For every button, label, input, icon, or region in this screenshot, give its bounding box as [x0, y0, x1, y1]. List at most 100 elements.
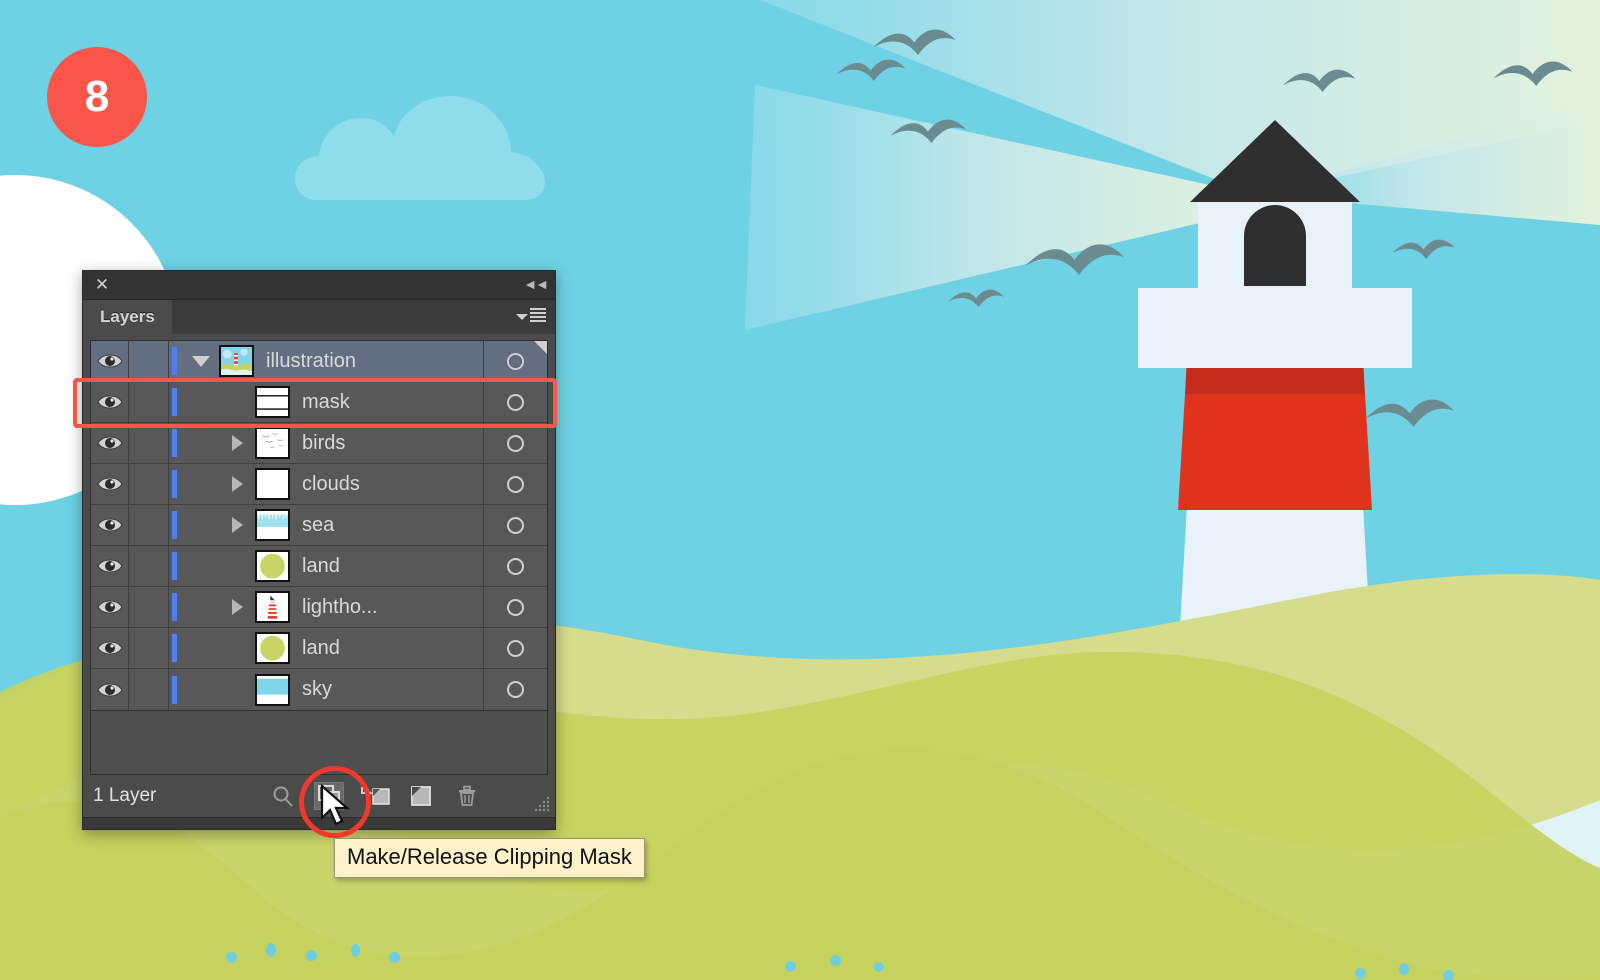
eye-visibility-icon[interactable]: [96, 681, 123, 699]
target-circle-icon[interactable]: [507, 434, 524, 452]
layer-row[interactable]: illustration: [91, 341, 547, 382]
layer-main-cell[interactable]: lightho...: [179, 587, 483, 627]
eye-visibility-icon[interactable]: [96, 434, 123, 452]
create-new-layer-button[interactable]: [406, 782, 436, 810]
disclosure-triangle-right-icon[interactable]: [231, 476, 243, 492]
layer-thumbnail: [255, 550, 290, 582]
layers-panel[interactable]: ✕ ◄◄ Layers illustration mask birds clou…: [82, 270, 556, 830]
layer-main-cell[interactable]: sea: [179, 505, 483, 545]
layer-disclosure-cell[interactable]: [225, 546, 249, 586]
panel-tabbar[interactable]: Layers: [83, 300, 555, 334]
layer-target-cell[interactable]: [483, 423, 547, 463]
target-circle-icon[interactable]: [507, 598, 524, 616]
layer-visibility-cell[interactable]: [91, 341, 129, 381]
target-circle-icon[interactable]: [507, 557, 524, 575]
target-circle-icon[interactable]: [507, 516, 524, 534]
layer-row[interactable]: land: [91, 546, 547, 587]
target-circle-icon[interactable]: [507, 393, 524, 411]
eye-visibility-icon[interactable]: [96, 516, 123, 534]
layer-target-cell[interactable]: [483, 341, 547, 381]
layer-lock-cell[interactable]: [129, 341, 169, 381]
disclosure-triangle-right-icon[interactable]: [231, 599, 243, 615]
layer-main-cell[interactable]: sky: [179, 669, 483, 710]
trash-icon: [459, 785, 475, 806]
layer-lock-cell[interactable]: [129, 669, 169, 710]
layer-disclosure-cell[interactable]: [225, 382, 249, 422]
layer-lock-cell[interactable]: [129, 587, 169, 627]
layer-row[interactable]: birds: [91, 423, 547, 464]
eye-visibility-icon[interactable]: [96, 557, 123, 575]
delete-selection-button[interactable]: [452, 782, 482, 810]
layer-disclosure-cell[interactable]: [225, 587, 249, 627]
layer-main-cell[interactable]: clouds: [179, 464, 483, 504]
layer-lock-cell[interactable]: [129, 464, 169, 504]
layer-row[interactable]: clouds: [91, 464, 547, 505]
layer-disclosure-cell[interactable]: [225, 464, 249, 504]
disclosure-triangle-right-icon[interactable]: [231, 435, 243, 451]
step-number-label: 8: [84, 72, 110, 121]
layer-lock-cell[interactable]: [129, 546, 169, 586]
layer-target-cell[interactable]: [483, 464, 547, 504]
layer-name-label: clouds: [302, 472, 360, 495]
layer-row[interactable]: lightho...: [91, 587, 547, 628]
footer-button-group[interactable]: [268, 775, 482, 817]
layer-target-cell[interactable]: [483, 628, 547, 668]
eye-visibility-icon[interactable]: [96, 598, 123, 616]
layer-visibility-cell[interactable]: [91, 546, 129, 586]
layer-target-cell[interactable]: [483, 669, 547, 710]
layer-lock-cell[interactable]: [129, 505, 169, 545]
layers-list[interactable]: illustration mask birds clouds sea land …: [90, 340, 548, 711]
layer-disclosure-cell[interactable]: [225, 669, 249, 710]
panel-menu-icon[interactable]: [516, 308, 546, 322]
make-release-clipping-mask-button[interactable]: [314, 782, 344, 810]
layer-main-cell[interactable]: land: [179, 628, 483, 668]
layer-color-bar: [169, 628, 179, 668]
layer-disclosure-cell[interactable]: [189, 341, 213, 381]
layer-visibility-cell[interactable]: [91, 669, 129, 710]
layer-main-cell[interactable]: mask: [179, 382, 483, 422]
target-circle-icon[interactable]: [507, 475, 524, 493]
close-icon[interactable]: ✕: [93, 275, 111, 295]
layer-target-cell[interactable]: [483, 382, 547, 422]
target-circle-icon[interactable]: [507, 352, 524, 370]
panel-footer[interactable]: 1 Layer: [83, 775, 555, 817]
create-new-sublayer-button[interactable]: [360, 782, 390, 810]
layer-visibility-cell[interactable]: [91, 587, 129, 627]
layer-lock-cell[interactable]: [129, 628, 169, 668]
layer-disclosure-cell[interactable]: [225, 423, 249, 463]
collapse-double-chevron-icon[interactable]: ◄◄: [523, 276, 549, 292]
target-circle-icon[interactable]: [507, 639, 524, 657]
layer-visibility-cell[interactable]: [91, 464, 129, 504]
resize-grip-icon[interactable]: [531, 795, 551, 815]
layer-target-cell[interactable]: [483, 505, 547, 545]
layer-target-cell[interactable]: [483, 546, 547, 586]
eye-visibility-icon[interactable]: [96, 475, 123, 493]
disclosure-triangle-down-icon[interactable]: [192, 355, 210, 367]
layer-disclosure-cell[interactable]: [225, 505, 249, 545]
eye-visibility-icon[interactable]: [96, 393, 123, 411]
layer-lock-cell[interactable]: [129, 423, 169, 463]
eye-visibility-icon[interactable]: [96, 352, 123, 370]
layer-target-cell[interactable]: [483, 587, 547, 627]
layer-row[interactable]: land: [91, 628, 547, 669]
eye-visibility-icon[interactable]: [96, 639, 123, 657]
layer-main-cell[interactable]: illustration: [179, 341, 483, 381]
layer-row[interactable]: sea: [91, 505, 547, 546]
panel-bottom-strip: [83, 817, 555, 829]
layer-visibility-cell[interactable]: [91, 628, 129, 668]
disclosure-triangle-right-icon[interactable]: [231, 517, 243, 533]
tab-layers[interactable]: Layers: [83, 300, 172, 334]
layer-row[interactable]: mask: [91, 382, 547, 423]
panel-titlebar[interactable]: ✕ ◄◄: [83, 271, 555, 300]
layer-disclosure-cell[interactable]: [225, 628, 249, 668]
layer-row[interactable]: sky: [91, 669, 547, 710]
target-circle-icon[interactable]: [507, 681, 524, 698]
layer-visibility-cell[interactable]: [91, 505, 129, 545]
layer-visibility-cell[interactable]: [91, 423, 129, 463]
layer-color-bar: [169, 546, 179, 586]
layer-lock-cell[interactable]: [129, 382, 169, 422]
locate-object-button[interactable]: [268, 782, 298, 810]
layer-visibility-cell[interactable]: [91, 382, 129, 422]
layer-main-cell[interactable]: birds: [179, 423, 483, 463]
layer-main-cell[interactable]: land: [179, 546, 483, 586]
